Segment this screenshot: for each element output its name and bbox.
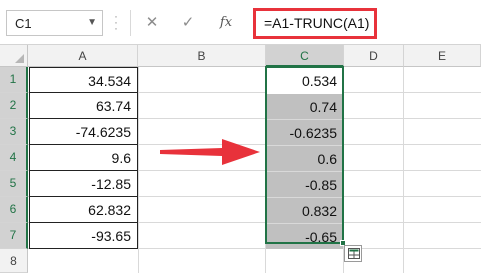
cell-a2[interactable]: 63.74 [29,93,138,119]
gridline [403,67,404,273]
worksheet-grid: A B C D E 1 2 3 4 5 6 7 8 34.534 63.74 -… [0,45,481,273]
cell-a7[interactable]: -93.65 [29,223,138,249]
cell-a5[interactable]: -12.85 [29,171,138,197]
select-all-icon [15,54,24,63]
select-all-button[interactable] [0,45,28,67]
row-header-6[interactable]: 6 [0,197,28,223]
selection-border [265,66,344,244]
row-header-8[interactable]: 8 [0,249,28,273]
column-header-d[interactable]: D [344,45,404,67]
cell-a4[interactable]: 9.6 [29,145,138,171]
arrow-right-icon [160,139,260,165]
column-header-b[interactable]: B [138,45,266,67]
cell-a6[interactable]: 62.832 [29,197,138,223]
drag-handle-icon[interactable]: · · · [112,10,120,34]
row-header-3[interactable]: 3 [0,119,28,145]
formula-input[interactable]: =A1-TRUNC(A1) [253,8,377,39]
column-header-c[interactable]: C [266,45,344,67]
gridline [138,67,139,273]
column-header-a[interactable]: A [28,45,138,67]
cell-a1[interactable]: 34.534 [29,67,138,93]
enter-icon[interactable]: ✓ [177,13,199,33]
column-header-e[interactable]: E [404,45,481,67]
row-header-4[interactable]: 4 [0,145,28,171]
row-header-7[interactable]: 7 [0,223,28,249]
row-header-2[interactable]: 2 [0,93,28,119]
row-header-1[interactable]: 1 [0,67,28,93]
name-box[interactable]: C1 ▼ [6,10,103,36]
cell-a3[interactable]: -74.6235 [29,119,138,145]
name-box-value: C1 [15,16,32,31]
chevron-down-icon[interactable]: ▼ [87,17,97,28]
cancel-icon[interactable]: ✕ [141,13,163,33]
formula-bar-area: C1 ▼ · · · ✕ ✓ fx =A1-TRUNC(A1) [0,0,481,45]
row-header-5[interactable]: 5 [0,171,28,197]
formula-text: =A1-TRUNC(A1) [264,15,370,31]
insert-function-icon[interactable]: fx [215,13,237,33]
quick-analysis-icon [348,248,360,259]
quick-analysis-button[interactable] [344,245,362,262]
formula-buttons: ✕ ✓ fx [130,10,250,36]
